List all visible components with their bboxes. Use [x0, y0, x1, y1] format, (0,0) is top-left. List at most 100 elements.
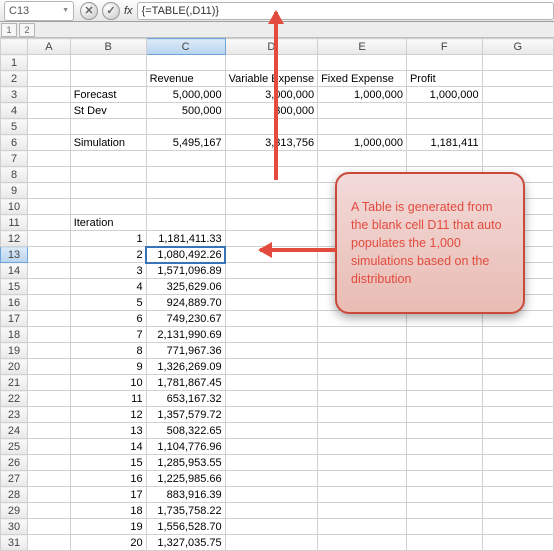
- cell[interactable]: [70, 183, 146, 199]
- cell[interactable]: [482, 135, 553, 151]
- cell[interactable]: 1: [70, 231, 146, 247]
- cell[interactable]: [70, 151, 146, 167]
- confirm-button[interactable]: ✓: [102, 2, 120, 20]
- col-header-A[interactable]: A: [28, 39, 71, 55]
- cell[interactable]: [28, 343, 71, 359]
- cell[interactable]: 300,000: [225, 103, 317, 119]
- cell[interactable]: [482, 535, 553, 551]
- cell[interactable]: [318, 455, 407, 471]
- cell[interactable]: [406, 151, 482, 167]
- cell[interactable]: [406, 423, 482, 439]
- row-header[interactable]: 1: [1, 55, 28, 71]
- cell[interactable]: [28, 103, 71, 119]
- row-header[interactable]: 15: [1, 279, 28, 295]
- cell[interactable]: 5: [70, 295, 146, 311]
- cell[interactable]: [406, 375, 482, 391]
- cell[interactable]: 15: [70, 455, 146, 471]
- cell[interactable]: 1,225,985.66: [146, 471, 225, 487]
- col-header-G[interactable]: G: [482, 39, 553, 55]
- row-header[interactable]: 11: [1, 215, 28, 231]
- cell[interactable]: [28, 199, 71, 215]
- cell[interactable]: [28, 359, 71, 375]
- cell[interactable]: [225, 343, 317, 359]
- cell[interactable]: [482, 327, 553, 343]
- row-header[interactable]: 29: [1, 503, 28, 519]
- cell[interactable]: [318, 375, 407, 391]
- cell[interactable]: [225, 327, 317, 343]
- cell[interactable]: [406, 439, 482, 455]
- cell[interactable]: 12: [70, 407, 146, 423]
- cell[interactable]: 883,916.39: [146, 487, 225, 503]
- cell[interactable]: [318, 327, 407, 343]
- row-header[interactable]: 6: [1, 135, 28, 151]
- cell[interactable]: Profit: [406, 71, 482, 87]
- cell[interactable]: [406, 359, 482, 375]
- cell[interactable]: [318, 103, 407, 119]
- cell[interactable]: [406, 503, 482, 519]
- cell[interactable]: [225, 519, 317, 535]
- row-header[interactable]: 12: [1, 231, 28, 247]
- cell[interactable]: [146, 183, 225, 199]
- cell[interactable]: [28, 519, 71, 535]
- cell[interactable]: [28, 231, 71, 247]
- cell[interactable]: [225, 263, 317, 279]
- cell[interactable]: [28, 55, 71, 71]
- cell[interactable]: [482, 151, 553, 167]
- row-header[interactable]: 25: [1, 439, 28, 455]
- cell[interactable]: [482, 375, 553, 391]
- cell[interactable]: [28, 295, 71, 311]
- cell[interactable]: [482, 519, 553, 535]
- cell[interactable]: [28, 263, 71, 279]
- cell[interactable]: Iteration: [70, 215, 146, 231]
- cell[interactable]: 2: [70, 247, 146, 263]
- cell[interactable]: [28, 311, 71, 327]
- cell[interactable]: [225, 55, 317, 71]
- cell[interactable]: 5,495,167: [146, 135, 225, 151]
- cell[interactable]: [28, 327, 71, 343]
- cell[interactable]: 1,327,035.75: [146, 535, 225, 551]
- cell[interactable]: [482, 455, 553, 471]
- cell[interactable]: [225, 423, 317, 439]
- cell[interactable]: [28, 487, 71, 503]
- cell[interactable]: Revenue: [146, 71, 225, 87]
- cell[interactable]: [318, 519, 407, 535]
- cell[interactable]: 18: [70, 503, 146, 519]
- row-header[interactable]: 2: [1, 71, 28, 87]
- row-header[interactable]: 30: [1, 519, 28, 535]
- cell[interactable]: 3,313,756: [225, 135, 317, 151]
- cell[interactable]: [482, 71, 553, 87]
- row-header[interactable]: 28: [1, 487, 28, 503]
- cell[interactable]: [406, 343, 482, 359]
- cell[interactable]: 500,000: [146, 103, 225, 119]
- row-header[interactable]: 27: [1, 471, 28, 487]
- cell[interactable]: 1,285,953.55: [146, 455, 225, 471]
- cell[interactable]: 2,131,990.69: [146, 327, 225, 343]
- cell[interactable]: 3: [70, 263, 146, 279]
- cell[interactable]: [318, 119, 407, 135]
- cell[interactable]: [406, 519, 482, 535]
- cell[interactable]: [482, 55, 553, 71]
- cell[interactable]: [225, 471, 317, 487]
- cell[interactable]: [406, 535, 482, 551]
- cell[interactable]: [318, 439, 407, 455]
- cell[interactable]: [225, 407, 317, 423]
- cell[interactable]: [225, 295, 317, 311]
- col-header-C[interactable]: C: [146, 39, 225, 55]
- cell[interactable]: Fixed Expense: [318, 71, 407, 87]
- cell[interactable]: 16: [70, 471, 146, 487]
- cell[interactable]: [28, 391, 71, 407]
- row-header[interactable]: 18: [1, 327, 28, 343]
- cell[interactable]: 13: [70, 423, 146, 439]
- row-header[interactable]: 8: [1, 167, 28, 183]
- cell[interactable]: [225, 311, 317, 327]
- row-header[interactable]: 13: [1, 247, 28, 263]
- row-header[interactable]: 16: [1, 295, 28, 311]
- cell[interactable]: 17: [70, 487, 146, 503]
- cell[interactable]: [28, 215, 71, 231]
- cell[interactable]: 4: [70, 279, 146, 295]
- cell[interactable]: [406, 119, 482, 135]
- cell[interactable]: [406, 487, 482, 503]
- cell[interactable]: [28, 151, 71, 167]
- cell[interactable]: 1,571,096.89: [146, 263, 225, 279]
- cell[interactable]: 1,104,776.96: [146, 439, 225, 455]
